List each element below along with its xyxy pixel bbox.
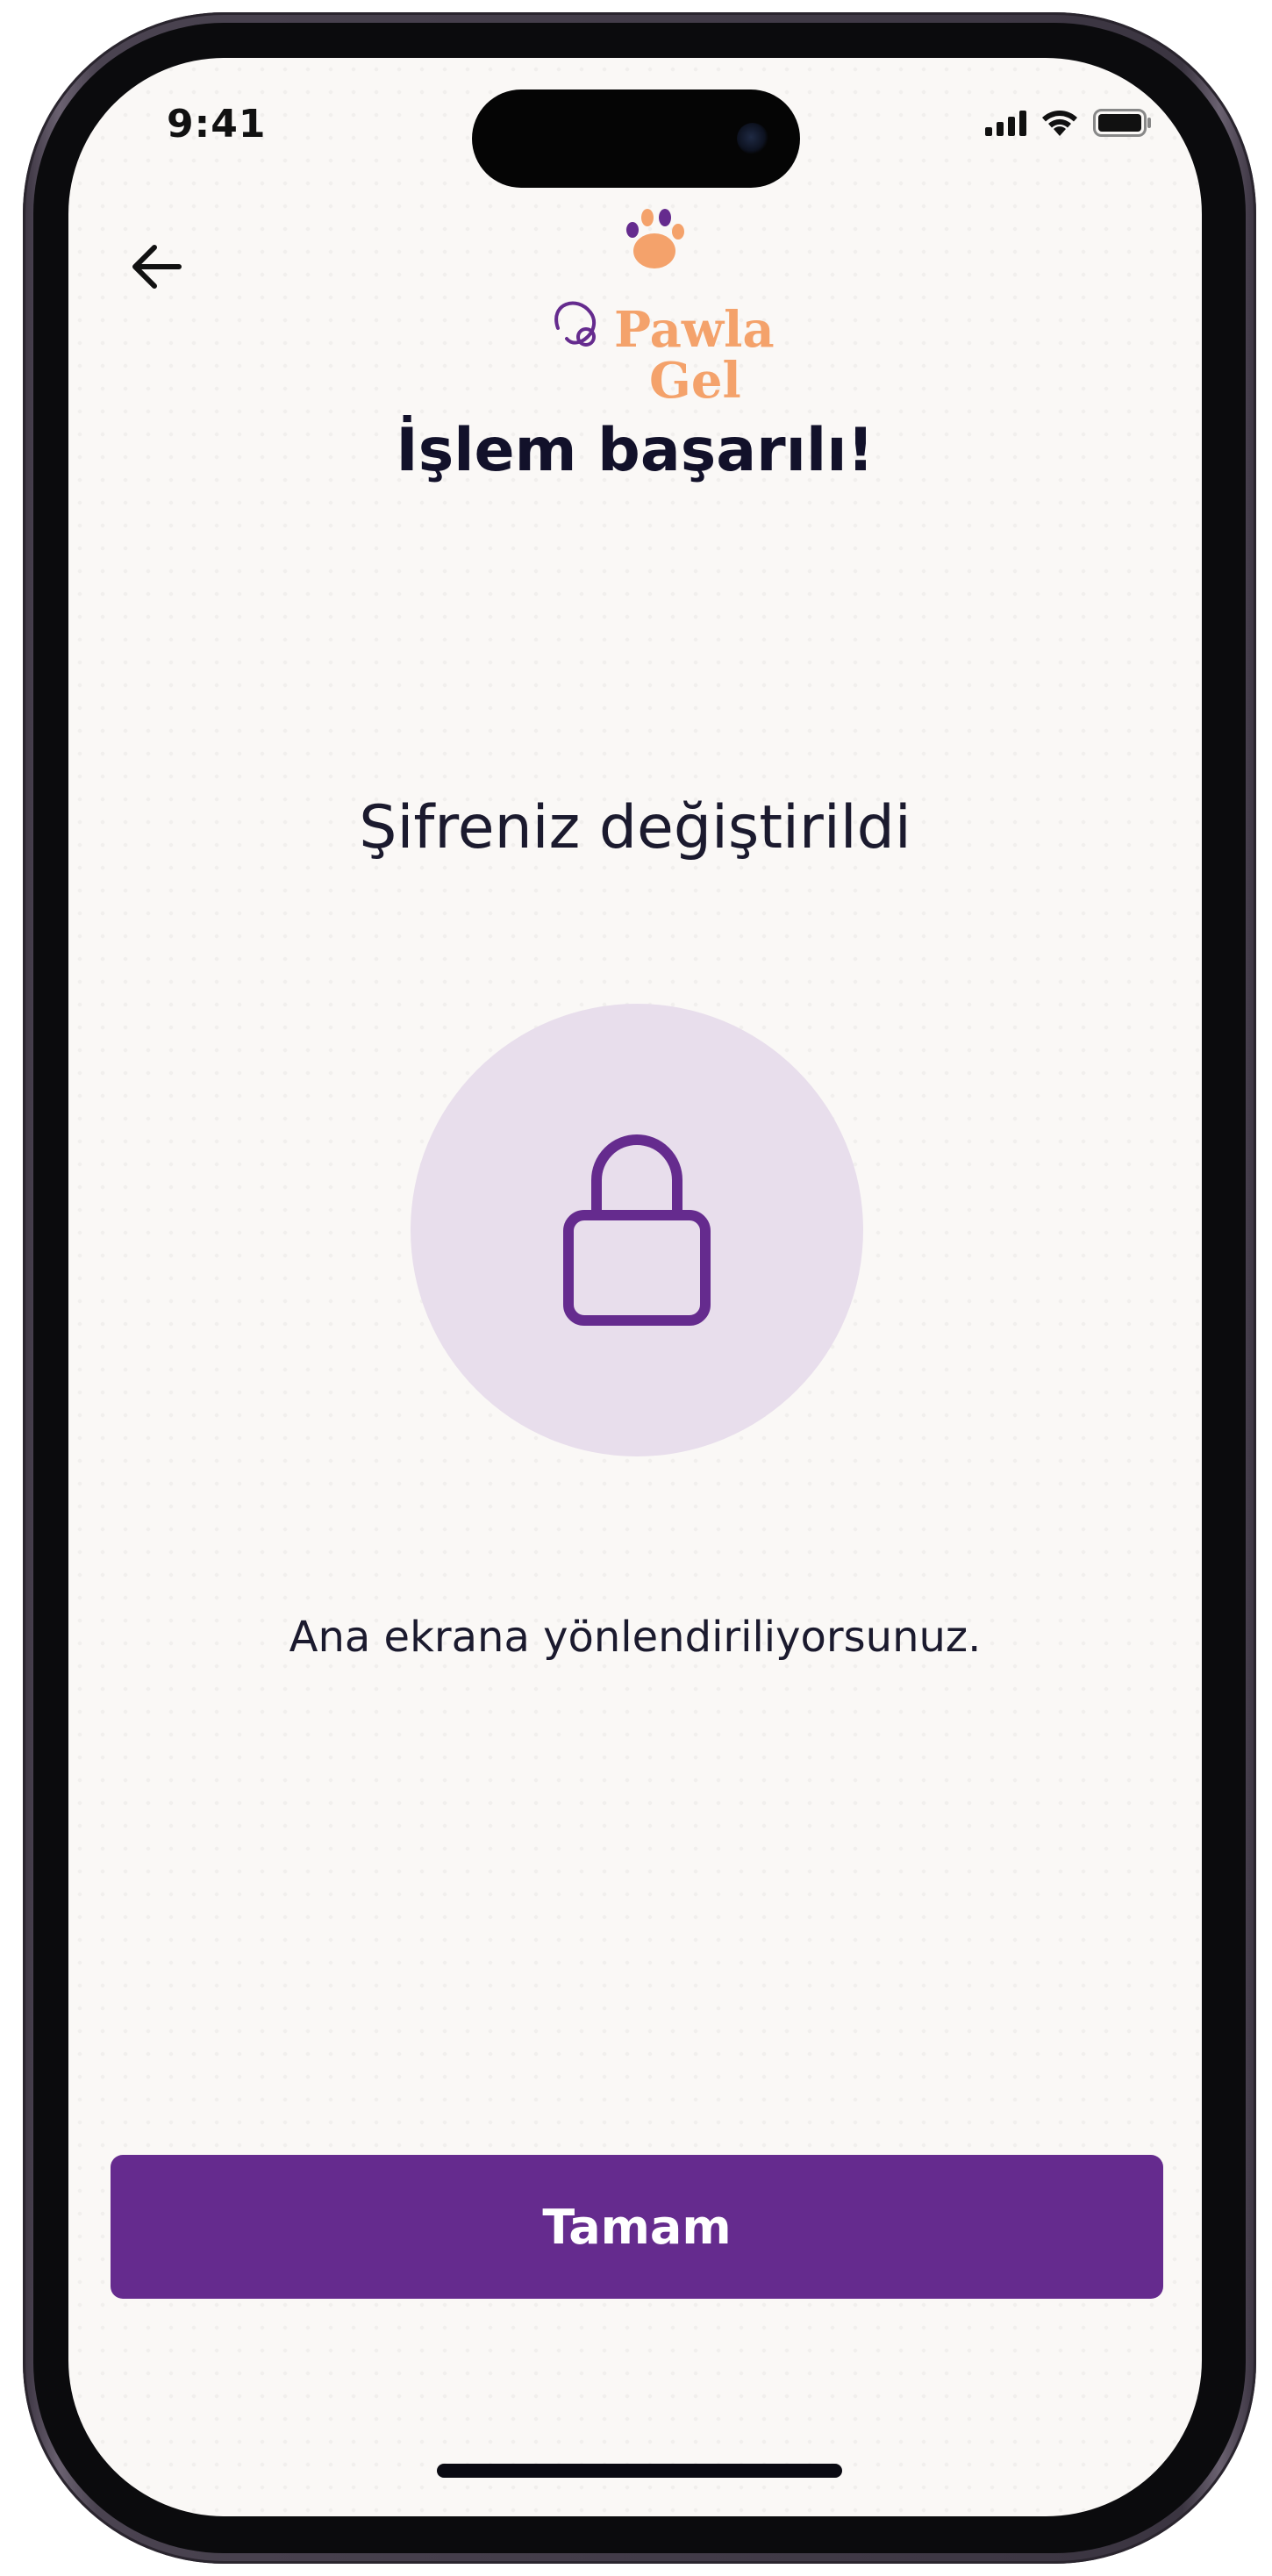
status-time: 9:41 — [167, 102, 267, 147]
back-button[interactable] — [121, 233, 191, 304]
status-icons — [985, 107, 1153, 139]
screen: 9:41 Pawla Gel İşlem başarılı! Şifreniz … — [68, 58, 1202, 2516]
confirm-button[interactable]: Tamam — [111, 2155, 1163, 2299]
arrow-left-icon — [130, 244, 182, 294]
home-indicator[interactable] — [437, 2464, 842, 2478]
page-title: İşlem başarılı! — [396, 416, 875, 485]
logo-text-pawla: Pawla — [614, 301, 775, 359]
logo-text-gel: Gel — [649, 352, 741, 410]
redirect-info-text: Ana ekrana yönlendiriliyorsunuz. — [289, 1613, 982, 1662]
wifi-icon — [1040, 109, 1079, 137]
cellular-signal-icon — [985, 110, 1026, 136]
lock-illustration — [411, 1004, 863, 1456]
battery-icon — [1093, 109, 1153, 137]
lock-icon — [561, 1129, 712, 1332]
front-camera-icon — [737, 123, 768, 154]
pawla-gel-logo: Pawla Gel — [542, 190, 775, 405]
dynamic-island — [472, 89, 800, 188]
success-message: Şifreniz değiştirildi — [359, 793, 911, 862]
